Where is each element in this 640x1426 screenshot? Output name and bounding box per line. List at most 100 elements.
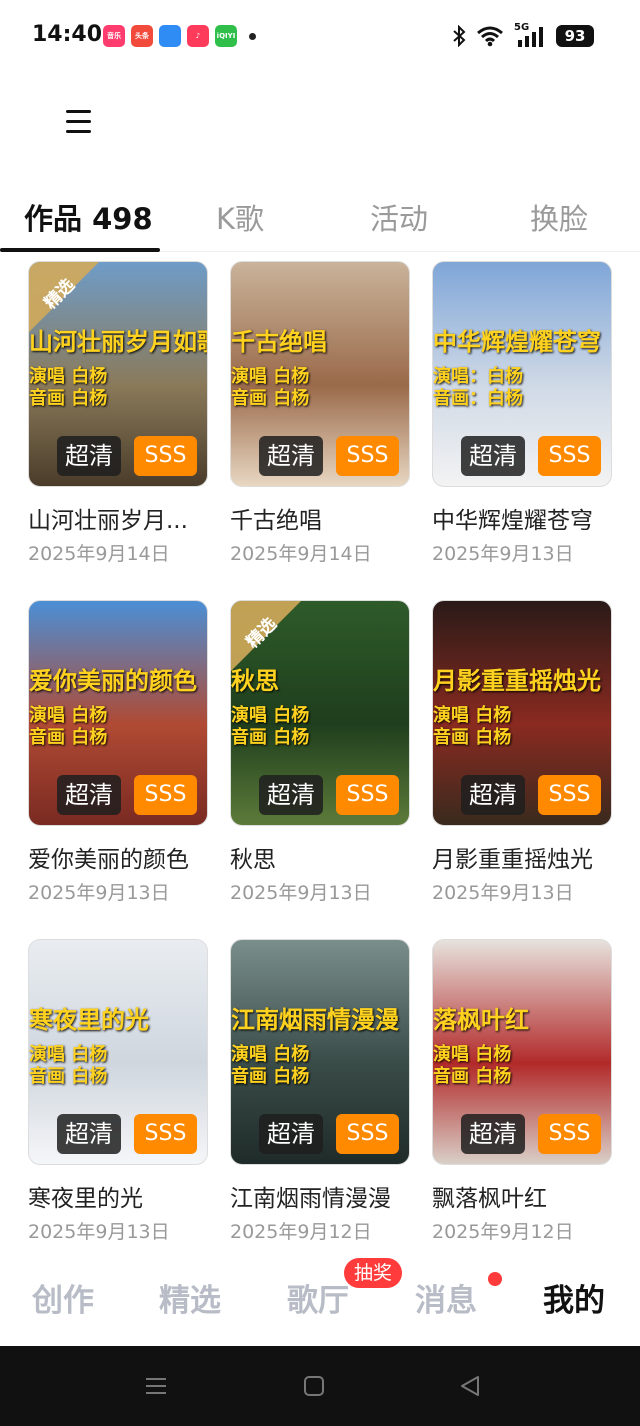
thumbnail-song-title: 千古绝唱 [231,328,327,356]
status-indicators: 5G 93 [452,22,594,48]
thumbnail-song-title: 爱你美丽的颜色 [29,667,197,695]
thumbnail-credits: 演唱：白杨 音画：白杨 [433,366,523,410]
thumbnail-song-title: 中华辉煌耀苍穹 [433,328,601,356]
system-navigation-bar [0,1346,640,1426]
notification-app-icons: 音乐 头条 ♪ iQIYI [103,25,256,47]
recents-menu-icon[interactable] [144,1374,168,1398]
grade-badge: SSS [336,1114,399,1154]
credit-line: 演唱 白杨 [433,1044,512,1065]
grade-badge: SSS [336,436,399,476]
work-title[interactable]: 月影重重摇烛光 [432,840,622,874]
wifi-icon [477,26,503,47]
credit-line: 演唱：白杨 [433,366,523,387]
quality-badge: 超清 [259,1114,323,1154]
work-date: 2025年9月13日 [432,882,574,904]
quality-badge: 超清 [57,1114,121,1154]
tab-activities[interactable]: 活动 [370,196,428,238]
tab-works[interactable]: 作品 498 [24,196,153,238]
menu-icon-bar [66,110,91,113]
thumbnail-credits: 演唱 白杨 音画 白杨 [29,366,107,410]
credit-line: 音画 白杨 [433,727,512,748]
thumbnail-song-title: 江南烟雨情漫漫 [231,1006,399,1034]
home-icon[interactable] [302,1374,326,1398]
profile-tabs: 作品 498 K歌 活动 换脸 [0,188,640,252]
grade-badge: SSS [134,775,197,815]
nav-messages[interactable]: 消息 [415,1275,477,1320]
grade-badge: SSS [336,775,399,815]
credit-line: 演唱 白杨 [231,366,310,387]
work-title[interactable]: 秋思 [230,840,420,874]
menu-icon-bar [66,130,91,133]
work-thumbnail[interactable]: 秋思 演唱 白杨 音画 白杨 精选 超清 SSS [230,600,410,826]
work-title[interactable]: 江南烟雨情漫漫 [230,1179,420,1213]
thumbnail-credits: 演唱 白杨 音画 白杨 [29,705,107,749]
work-thumbnail[interactable]: 月影重重摇烛光演唱 白杨 音画 白杨超清 SSS [432,600,612,826]
tab-face-swap[interactable]: 换脸 [530,196,588,238]
bluetooth-icon [453,25,466,47]
work-date: 2025年9月12日 [432,1221,574,1243]
work-title[interactable]: 山河壮丽岁月... [28,501,218,535]
work-title[interactable]: 中华辉煌耀苍穹 [432,501,622,535]
bottom-navigation: 创作 精选 歌厅 抽奖 消息 我的 [0,1255,640,1345]
menu-button[interactable] [66,110,98,138]
work-date: 2025年9月13日 [432,543,574,565]
music-note-app-icon: ♪ [187,25,209,47]
work-thumbnail[interactable]: 寒夜里的光 演唱 白杨 音画 白杨 超清 SSS [28,939,208,1165]
grade-badge: SSS [538,775,601,815]
toutiao-app-icon: 头条 [131,25,153,47]
iqiyi-app-icon: iQIYI [215,25,237,47]
credit-line: 演唱 白杨 [29,1044,108,1065]
work-title[interactable]: 寒夜里的光 [28,1179,218,1213]
work-title[interactable]: 爱你美丽的颜色 [28,840,218,874]
credit-line: 音画：白杨 [433,388,523,409]
thumbnail-credits: 演唱 白杨 音画 白杨 [29,1044,107,1088]
work-thumbnail[interactable]: 千古绝唱演唱 白杨 音画 白杨超清 SSS [230,261,410,487]
unread-dot [488,1272,502,1286]
cellular-signal-icon: 5G [514,22,546,48]
quality-badge: 超清 [461,775,525,815]
quality-badge: 超清 [259,436,323,476]
work-thumbnail[interactable]: 山河壮丽岁月如歌 演唱 白杨 音画 白杨 精选 超清 SSS [28,261,208,487]
nav-ktv-hall[interactable]: 歌厅 [287,1275,349,1320]
work-thumbnail[interactable]: 落枫叶红 演唱 白杨 音画 白杨 超清 SSS [432,939,612,1165]
nav-me[interactable]: 我的 [543,1275,605,1320]
music-app-icon: 音乐 [103,25,125,47]
credit-line: 音画 白杨 [29,727,108,748]
work-thumbnail[interactable]: 爱你美丽的颜色演唱 白杨 音画 白杨超清 SSS [28,600,208,826]
thumbnail-credits: 演唱 白杨 音画 白杨 [231,1044,309,1088]
grade-badge: SSS [538,1114,601,1154]
thumbnail-credits: 演唱 白杨 音画 白杨 [231,366,309,410]
work-date: 2025年9月14日 [28,543,170,565]
nav-featured[interactable]: 精选 [159,1275,221,1320]
work-date: 2025年9月13日 [28,1221,170,1243]
quality-badge: 超清 [461,436,525,476]
featured-ribbon: 精选 [231,601,301,671]
work-title[interactable]: 飘落枫叶红 [432,1179,622,1213]
work-date: 2025年9月12日 [230,1221,372,1243]
work-date: 2025年9月13日 [230,882,372,904]
thumbnail-credits: 演唱 白杨 音画 白杨 [231,705,309,749]
credit-line: 演唱 白杨 [29,705,108,726]
work-thumbnail[interactable]: 中华辉煌耀苍穹演唱：白杨 音画：白杨超清 SSS [432,261,612,487]
credit-line: 演唱 白杨 [29,366,108,387]
credit-line: 音画 白杨 [29,388,108,409]
credit-line: 演唱 白杨 [433,705,512,726]
credit-line: 音画 白杨 [231,1066,310,1087]
thumbnail-song-title: 月影重重摇烛光 [433,667,601,695]
status-time: 14:40 [32,22,103,47]
tab-karaoke[interactable]: K歌 [216,196,264,238]
back-icon[interactable] [458,1374,482,1398]
credit-line: 演唱 白杨 [231,705,310,726]
work-thumbnail[interactable]: 江南烟雨情漫漫演唱 白杨 音画 白杨超清 SSS [230,939,410,1165]
battery-indicator: 93 [556,25,594,47]
work-date: 2025年9月14日 [230,543,372,565]
quality-badge: 超清 [57,436,121,476]
nav-create[interactable]: 创作 [32,1275,94,1320]
grade-badge: SSS [134,1114,197,1154]
work-title[interactable]: 千古绝唱 [230,501,420,535]
feather-app-icon [159,25,181,47]
quality-badge: 超清 [461,1114,525,1154]
grade-badge: SSS [538,436,601,476]
quality-badge: 超清 [57,775,121,815]
thumbnail-credits: 演唱 白杨 音画 白杨 [433,705,511,749]
